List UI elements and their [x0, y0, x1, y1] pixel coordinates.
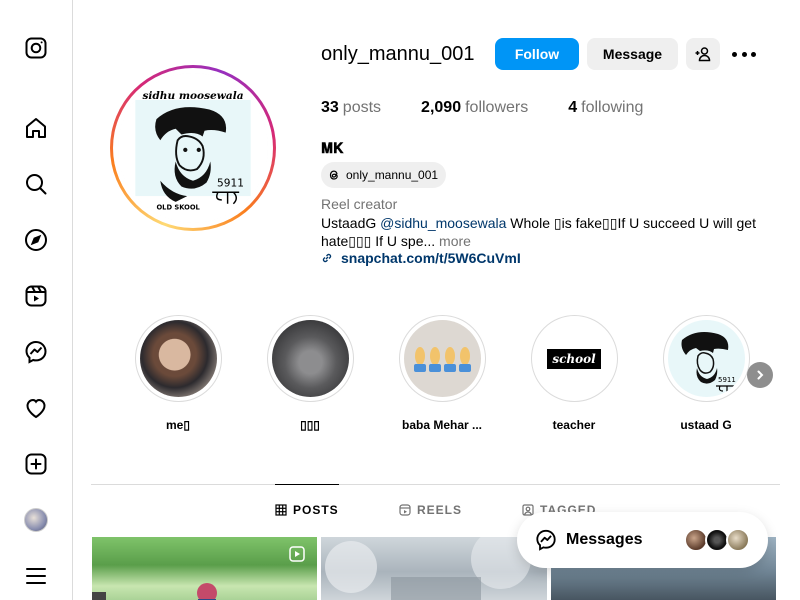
- threads-icon: [329, 170, 338, 180]
- highlight-number: 5911: [718, 376, 736, 384]
- tabs-divider: [91, 484, 780, 485]
- suggest-users-button[interactable]: [686, 38, 720, 70]
- bio-mention-link[interactable]: @sidhu_moosewala: [380, 215, 506, 231]
- tab-reels[interactable]: REELS: [399, 503, 462, 517]
- messages-label: Messages: [566, 531, 643, 548]
- tab-reels-label: REELS: [417, 503, 463, 517]
- profile-stats: 33 posts 2,090 followers 4 following: [321, 99, 683, 117]
- following-count: 4: [568, 99, 578, 116]
- post-thumbnail[interactable]: [321, 537, 547, 600]
- highlight-label: ▯▯▯: [300, 418, 320, 432]
- messenger-icon: [536, 529, 556, 551]
- avatar: [726, 528, 750, 552]
- full-name: 𝐌𝐊: [321, 140, 344, 156]
- threads-handle: only_mannu_001: [346, 168, 439, 182]
- highlight-image: [271, 320, 349, 397]
- posts-label: posts: [342, 99, 382, 116]
- posts-stat: 33 posts: [321, 99, 381, 117]
- active-tab-indicator: [275, 484, 339, 485]
- menu-icon[interactable]: [24, 564, 48, 588]
- highlight-label: me▯: [166, 418, 190, 432]
- username: only_mannu_001: [321, 43, 475, 65]
- more-options-icon[interactable]: [732, 44, 756, 64]
- highlight-label: teacher: [552, 418, 596, 432]
- bio-text: UstaadG @sidhu_moosewala Whole ▯is fake▯…: [321, 214, 776, 250]
- tab-posts-label: POSTS: [293, 503, 339, 517]
- create-icon[interactable]: [24, 452, 48, 476]
- highlight-item[interactable]: baba Mehar ...: [392, 315, 492, 432]
- instagram-logo-icon[interactable]: [24, 36, 48, 60]
- praying-hands-icon: [413, 347, 471, 372]
- highlight-item[interactable]: ▯▯▯: [260, 315, 360, 432]
- highlight-image: school: [535, 320, 613, 397]
- highlights-next-button[interactable]: [747, 362, 773, 388]
- search-icon[interactable]: [24, 172, 48, 196]
- add-user-icon: [695, 47, 711, 62]
- external-link[interactable]: snapchat.com/t/5W6CuVmI: [321, 250, 521, 266]
- highlight-item[interactable]: school teacher: [524, 315, 624, 432]
- category-label: Reel creator: [321, 196, 398, 212]
- external-link-text: snapchat.com/t/5W6CuVmI: [341, 250, 521, 266]
- avatar-text-bottom: OLD SKOOL: [156, 204, 200, 212]
- post-thumbnail[interactable]: [92, 537, 317, 600]
- profile-image: sidhu moosewala 5911 OLD SKOOL: [118, 73, 268, 223]
- highlight-image: [139, 320, 217, 397]
- messenger-icon[interactable]: [24, 340, 48, 364]
- followers-count: 2,090: [421, 99, 462, 116]
- grid-icon: [275, 504, 287, 516]
- bio-prefix: UstaadG: [321, 215, 381, 231]
- profile-picture[interactable]: sidhu moosewala 5911 OLD SKOOL: [110, 65, 276, 231]
- followers-label: followers: [465, 99, 529, 116]
- message-button[interactable]: Message: [587, 38, 678, 70]
- highlight-image: [403, 320, 481, 397]
- link-icon: [322, 253, 332, 263]
- tab-posts[interactable]: POSTS: [275, 503, 339, 517]
- highlight-label: baba Mehar ...: [401, 418, 483, 432]
- heart-icon[interactable]: [24, 396, 48, 420]
- following-stat[interactable]: 4 following: [568, 99, 643, 117]
- highlight-image: 5911: [667, 320, 745, 397]
- profile-avatar-icon[interactable]: [24, 508, 48, 532]
- reel-indicator-icon: [289, 546, 305, 562]
- chevron-right-icon: [757, 370, 764, 380]
- reels-icon[interactable]: [24, 284, 48, 308]
- left-nav: [0, 0, 73, 600]
- home-icon[interactable]: [24, 116, 48, 140]
- explore-icon[interactable]: [24, 228, 48, 252]
- highlight-item[interactable]: 5911 ustaad G: [656, 315, 756, 432]
- school-logo: school: [547, 348, 601, 369]
- messages-dock[interactable]: Messages: [517, 512, 768, 568]
- follow-button[interactable]: Follow: [495, 38, 579, 70]
- highlight-label: ustaad G: [680, 418, 732, 432]
- avatar-text-top: sidhu moosewala: [142, 90, 243, 102]
- posts-count: 33: [321, 99, 339, 116]
- reels-icon: [399, 504, 411, 516]
- avatar-number: 5911: [217, 177, 244, 189]
- messages-avatars: [684, 528, 750, 552]
- avatar: [24, 508, 48, 532]
- threads-badge[interactable]: only_mannu_001: [321, 162, 447, 188]
- highlight-item[interactable]: me▯: [128, 315, 228, 432]
- bio-more-link[interactable]: more: [435, 233, 471, 249]
- following-label: following: [581, 99, 644, 116]
- followers-stat[interactable]: 2,090 followers: [421, 99, 528, 117]
